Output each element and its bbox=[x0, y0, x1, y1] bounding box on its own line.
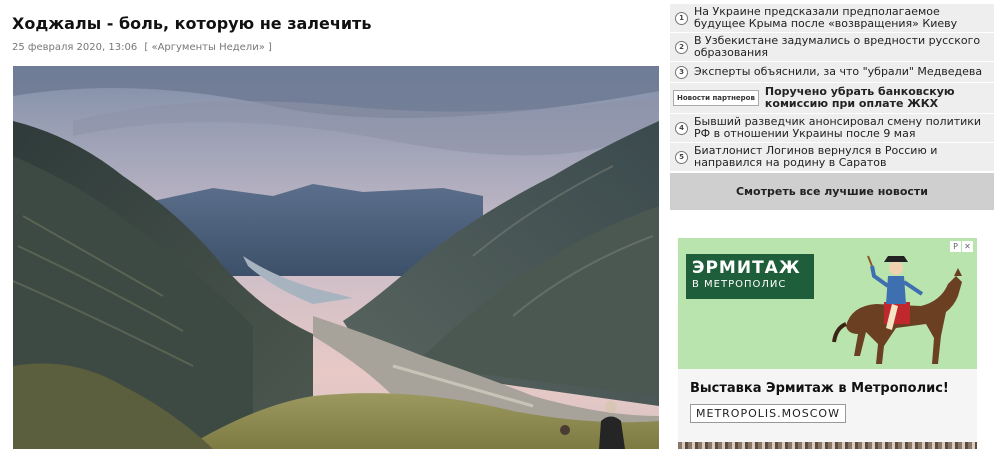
news-item-text[interactable]: Бывший разведчик анонсировал смену полит… bbox=[694, 116, 990, 140]
news-number-badge: 2 bbox=[675, 40, 688, 54]
next-ad-strip bbox=[678, 442, 977, 449]
article-source[interactable]: [ «Аргументы Недели» ] bbox=[144, 42, 272, 53]
ad-info-icon[interactable]: P bbox=[950, 241, 961, 252]
ad-brand-main: ЭРМИТАЖ bbox=[692, 258, 801, 278]
article-photo bbox=[13, 66, 659, 449]
news-item-text[interactable]: В Узбекистане задумались о вредности рус… bbox=[694, 35, 990, 59]
top-news-sidebar: 1 На Украине предсказали предполагаемое … bbox=[670, 4, 994, 210]
news-item-text[interactable]: Поручено убрать банковскую комиссию при … bbox=[765, 86, 990, 110]
news-item-4[interactable]: 4 Бывший разведчик анонсировал смену пол… bbox=[670, 114, 994, 143]
mountain-landscape-image bbox=[13, 66, 659, 449]
partner-news-item[interactable]: Новости партнеров Поручено убрать банков… bbox=[670, 83, 994, 114]
ad-text-area[interactable]: Выставка Эрмитаж в Метрополис! METROPOLI… bbox=[678, 369, 977, 442]
ad-url-button[interactable]: METROPOLIS.MOSCOW bbox=[690, 404, 846, 423]
partner-news-badge: Новости партнеров bbox=[673, 90, 759, 106]
news-number-badge: 3 bbox=[675, 65, 688, 79]
news-number-badge: 1 bbox=[675, 11, 688, 25]
news-item-text[interactable]: Эксперты объяснили, за что "убрали" Медв… bbox=[694, 66, 982, 78]
ad-headline[interactable]: Выставка Эрмитаж в Метрополис! bbox=[690, 381, 949, 396]
close-icon[interactable]: ✕ bbox=[962, 241, 973, 252]
article: Ходжалы - боль, которую не залечить 25 ф… bbox=[0, 0, 660, 449]
article-meta: 25 февраля 2020, 13:06 [ «Аргументы Неде… bbox=[12, 42, 272, 53]
news-item-2[interactable]: 2 В Узбекистане задумались о вредности р… bbox=[670, 33, 994, 62]
all-news-button[interactable]: Смотреть все лучшие новости bbox=[670, 173, 994, 210]
news-item-3[interactable]: 3 Эксперты объяснили, за что "убрали" Ме… bbox=[670, 62, 994, 83]
news-item-5[interactable]: 5 Биатлонист Логинов вернулся в Россию и… bbox=[670, 143, 994, 172]
news-number-badge: 5 bbox=[675, 150, 688, 164]
news-item-text[interactable]: На Украине предсказали предполагаемое бу… bbox=[694, 6, 990, 30]
advertisement[interactable]: ЭРМИТАЖ В МЕТРОПОЛИС P ✕ Выставка Эрмита… bbox=[678, 238, 977, 449]
ad-banner[interactable]: ЭРМИТАЖ В МЕТРОПОЛИС P ✕ bbox=[678, 238, 977, 369]
ad-brand-box: ЭРМИТАЖ В МЕТРОПОЛИС bbox=[686, 254, 814, 299]
news-item-text[interactable]: Биатлонист Логинов вернулся в Россию и н… bbox=[694, 145, 990, 169]
horse-rider-illustration bbox=[832, 255, 962, 364]
article-date: 25 февраля 2020, 13:06 bbox=[12, 42, 138, 53]
article-title: Ходжалы - боль, которую не залечить bbox=[12, 14, 372, 33]
ad-marker: P ✕ bbox=[950, 241, 973, 252]
news-number-badge: 4 bbox=[675, 121, 688, 135]
ad-brand-sub: В МЕТРОПОЛИС bbox=[692, 279, 787, 290]
news-item-1[interactable]: 1 На Украине предсказали предполагаемое … bbox=[670, 4, 994, 33]
